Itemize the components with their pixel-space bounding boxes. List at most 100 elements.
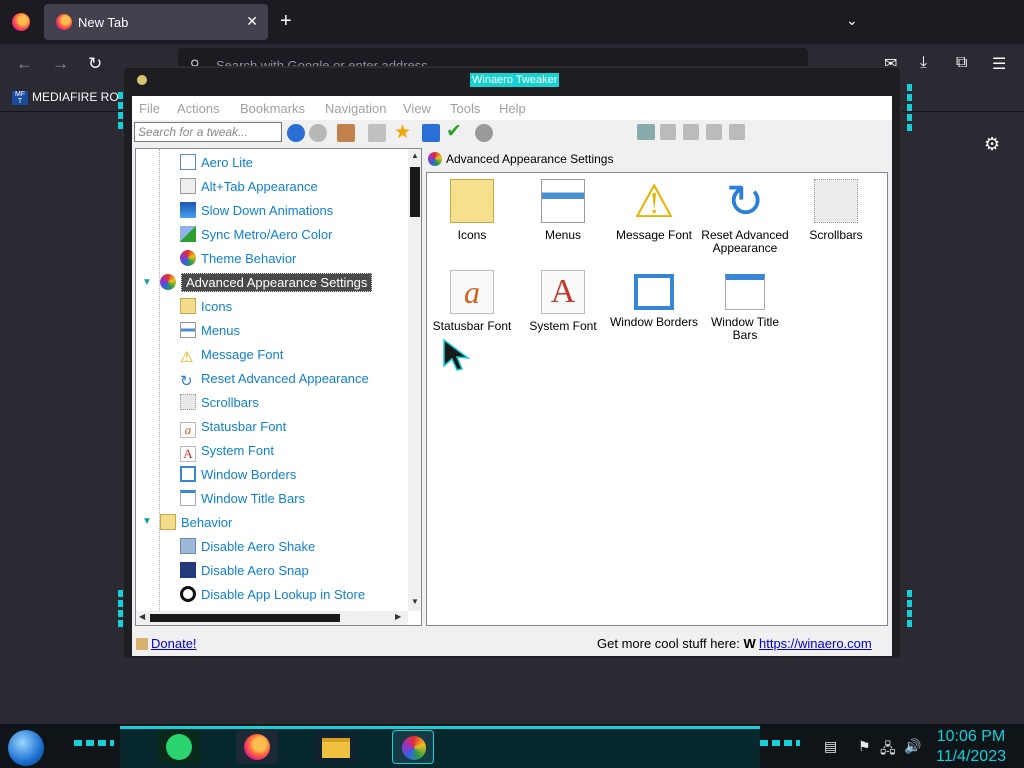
bookmark-mediafire[interactable]: MF T MEDIAFIRE RO <box>12 90 119 105</box>
tree-item-advanced-appearance[interactable]: Advanced Appearance Settings <box>160 273 373 293</box>
back-icon[interactable] <box>287 124 305 142</box>
list-tabs-chevron-icon[interactable]: ⌄ <box>846 12 858 29</box>
tree-item-label: Alt+Tab Appearance <box>201 179 318 194</box>
menu-bookmarks[interactable]: Bookmarks <box>240 101 305 116</box>
tree-item-menus[interactable]: Menus <box>180 321 240 341</box>
tab-new-tab[interactable]: New Tab ✕ <box>44 4 268 40</box>
item-system-font[interactable]: A System Font <box>518 270 608 333</box>
item-label: Statusbar Font <box>432 319 512 333</box>
apply-check-icon[interactable]: ✔ <box>446 120 462 143</box>
item-reset-appearance[interactable]: ↻ Reset Advanced Appearance <box>700 178 790 255</box>
donate-link[interactable]: Donate! <box>136 636 197 651</box>
tree-item-aero-snap[interactable]: Disable Aero Snap <box>180 561 309 581</box>
firefox-icon[interactable] <box>12 13 30 31</box>
collapse-chevron-icon[interactable]: ▼ <box>142 516 152 527</box>
item-message-font[interactable]: ⚠ Message Font <box>609 178 699 242</box>
download-icon[interactable]: ⤓ <box>920 54 927 72</box>
settings-gear-icon[interactable]: ⚙ <box>984 134 1000 155</box>
item-label: Menus <box>544 228 582 242</box>
menu-actions[interactable]: Actions <box>177 101 220 116</box>
menus-icon <box>541 179 585 223</box>
item-window-borders[interactable]: Window Borders <box>609 270 699 329</box>
back-arrow-icon[interactable]: ← <box>16 54 33 74</box>
view-details-icon[interactable] <box>729 124 745 140</box>
scroll-thumb[interactable] <box>150 614 340 622</box>
scroll-down-arrow-icon[interactable]: ▼ <box>411 597 419 606</box>
snap-icon <box>180 562 196 578</box>
extensions-icon[interactable]: ⧉ <box>956 54 967 72</box>
reload-icon[interactable]: ↻ <box>88 54 102 74</box>
tree-item-behavior[interactable]: Behavior <box>160 513 232 533</box>
tab-close-icon[interactable]: ✕ <box>246 13 258 30</box>
volume-icon[interactable]: 🔊 <box>904 738 921 755</box>
menu-view[interactable]: View <box>403 101 431 116</box>
tree-item-theme-behavior[interactable]: Theme Behavior <box>180 249 296 269</box>
flag-icon[interactable]: ⚑ <box>858 738 871 755</box>
monitor-icon <box>180 202 196 218</box>
shortcut-icon[interactable] <box>422 124 440 142</box>
star-icon[interactable]: ★ <box>394 121 411 144</box>
tree-item-label: Window Borders <box>201 467 297 482</box>
taskbar-notes-app[interactable] <box>158 730 200 764</box>
view-tiles-icon[interactable] <box>637 124 655 140</box>
tree-item-app-lookup[interactable]: Disable App Lookup in Store <box>180 585 365 605</box>
tree-item-label: Slow Down Animations <box>201 203 334 218</box>
tree-item-aero-lite[interactable]: Aero Lite <box>180 153 253 173</box>
tree-item-scrollbars[interactable]: Scrollbars <box>180 393 259 413</box>
new-tab-button[interactable]: + <box>280 10 292 32</box>
item-statusbar-font[interactable]: a Statusbar Font <box>427 270 517 333</box>
taskbar-file-explorer[interactable] <box>314 730 356 764</box>
network-icon[interactable]: 🖧 <box>880 738 896 762</box>
system-clock[interactable]: 10:06 PM 11/4/2023 <box>936 727 1006 767</box>
palette-icon <box>180 250 196 266</box>
view-large-icon[interactable] <box>660 124 676 140</box>
tree-item-aero-shake[interactable]: Disable Aero Shake <box>180 537 315 557</box>
tree-item-system-font[interactable]: A System Font <box>180 441 274 462</box>
item-scrollbars[interactable]: Scrollbars <box>791 179 881 242</box>
menu-navigation[interactable]: Navigation <box>325 101 386 116</box>
frame-decoration <box>907 590 912 630</box>
tree-item-window-borders[interactable]: Window Borders <box>180 465 296 485</box>
menu-help[interactable]: Help <box>499 101 526 116</box>
tree-item-icons[interactable]: Icons <box>180 297 232 317</box>
settings-icon[interactable] <box>475 124 493 142</box>
scroll-thumb[interactable] <box>410 167 420 217</box>
tree-item-alt-tab[interactable]: Alt+Tab Appearance <box>180 177 318 197</box>
menu-tools[interactable]: Tools <box>450 101 480 116</box>
keyboard-icon[interactable]: ▤ <box>824 738 837 755</box>
item-label: Window Borders <box>609 315 699 329</box>
taskbar-firefox[interactable] <box>236 730 278 764</box>
clock-date: 11/4/2023 <box>936 748 1006 765</box>
menu-file[interactable]: File <box>139 101 160 116</box>
bookmark-add-icon[interactable] <box>368 124 386 142</box>
search-input[interactable]: Search for a tweak... <box>134 122 282 142</box>
tweak-tree[interactable]: Aero Lite Alt+Tab Appearance Slow Down A… <box>135 148 422 626</box>
tree-vertical-scrollbar[interactable]: ▲ ▼ <box>408 149 421 611</box>
tree-item-reset-appearance[interactable]: ↻ Reset Advanced Appearance <box>180 369 369 390</box>
forward-icon[interactable] <box>309 124 327 142</box>
scroll-up-arrow-icon[interactable]: ▲ <box>411 151 419 160</box>
start-button[interactable] <box>8 730 44 766</box>
tree-item-message-font[interactable]: ⚠ Message Font <box>180 345 283 366</box>
forward-arrow-icon[interactable]: → <box>52 54 69 74</box>
item-menus[interactable]: Menus <box>518 179 608 242</box>
view-list-icon[interactable] <box>706 124 722 140</box>
scroll-left-arrow-icon[interactable]: ◀ <box>139 612 145 621</box>
system-font-icon: A <box>180 446 196 462</box>
item-icons[interactable]: Icons <box>427 179 517 242</box>
view-small-icon[interactable] <box>683 124 699 140</box>
tree-item-slow-animations[interactable]: Slow Down Animations <box>180 201 333 221</box>
tree-item-window-titlebars[interactable]: Window Title Bars <box>180 489 305 509</box>
taskbar-winaero[interactable] <box>392 730 434 764</box>
tree-item-statusbar-font[interactable]: a Statusbar Font <box>180 417 286 438</box>
tree-horizontal-scrollbar[interactable]: ◀ ▶ <box>136 611 408 625</box>
scroll-right-arrow-icon[interactable]: ▶ <box>395 612 401 621</box>
tree-item-sync-color[interactable]: Sync Metro/Aero Color <box>180 225 333 245</box>
winaero-link[interactable]: https://winaero.com <box>759 636 872 651</box>
warning-icon: ⚠ <box>180 349 194 366</box>
home-icon[interactable] <box>337 124 355 142</box>
collapse-chevron-icon[interactable]: ▼ <box>142 277 152 288</box>
menu-hamburger-icon[interactable]: ☰ <box>992 54 1006 74</box>
palette-icon <box>428 152 442 166</box>
item-window-titlebars[interactable]: Window Title Bars <box>700 270 790 342</box>
